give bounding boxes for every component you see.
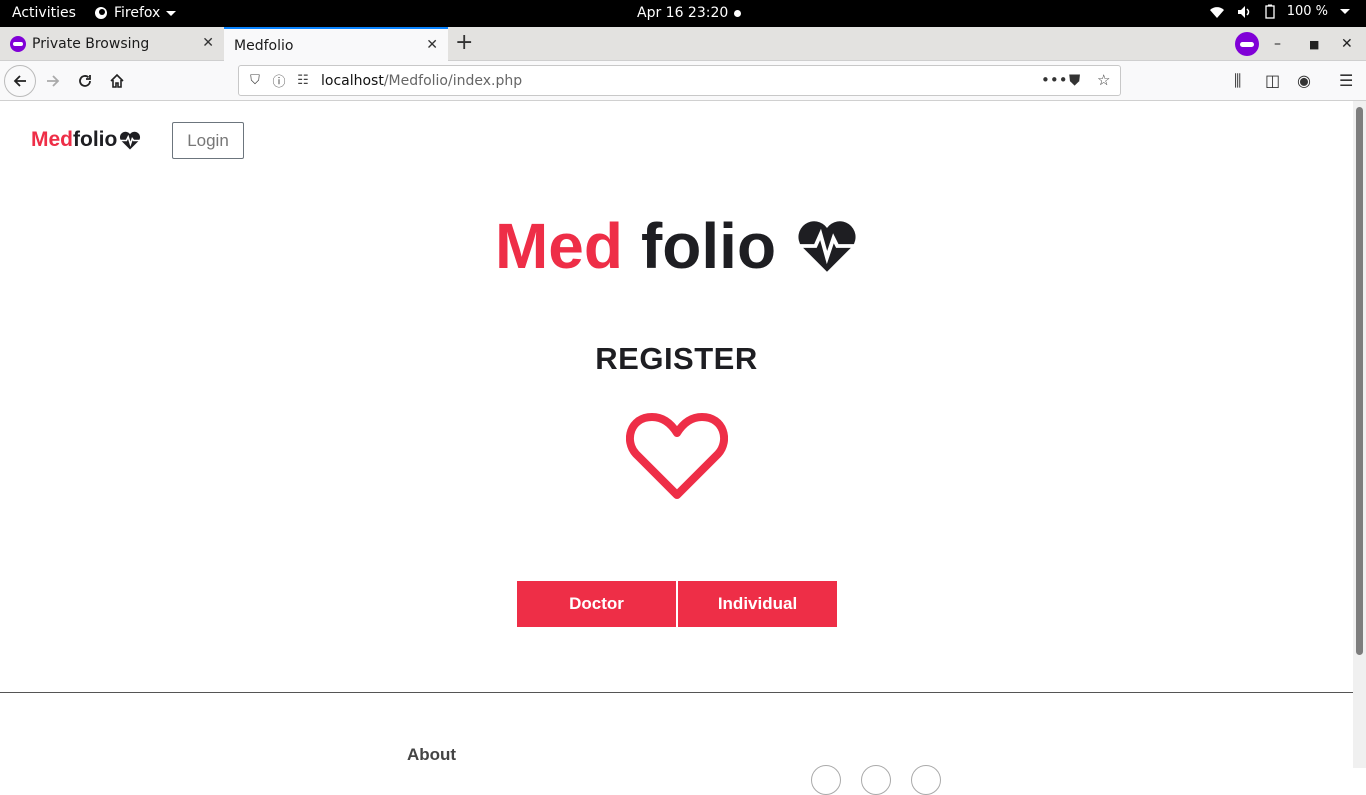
home-icon [110,73,124,88]
clock-label: Apr 16 23:20 [637,5,729,21]
chevron-down-icon [166,10,177,16]
private-mask-icon [1235,32,1259,56]
window-close-button[interactable]: ✕ [1341,27,1353,61]
register-options: Doctor Individual [517,581,837,627]
tab-strip: Private Browsing ✕ Medfolio ✕ + – ■ ✕ [0,27,1366,62]
tab-medfolio[interactable]: Medfolio ✕ [224,27,448,62]
back-button[interactable] [4,65,36,97]
social-icon[interactable] [911,765,941,795]
clock[interactable]: Apr 16 23:20 [637,5,742,21]
brand-logo[interactable]: Med folio [31,128,141,152]
heart-outline-icon [626,413,728,499]
close-icon[interactable]: ✕ [426,37,438,53]
heartbeat-icon [797,221,857,272]
footer-divider [0,692,1353,693]
brand-part1: Med [31,128,73,151]
hamburger-menu-icon[interactable]: ☰ [1339,71,1353,90]
navigation-toolbar: ⛉ ⓘ ☷ localhost/Medfolio/index.php ••• ⛊… [0,61,1366,101]
minimize-button[interactable]: – [1274,27,1281,61]
social-icon[interactable] [811,765,841,795]
scrollbar-thumb[interactable] [1356,107,1363,655]
private-browsing-icon [10,36,26,52]
social-icon[interactable] [861,765,891,795]
account-icon[interactable]: ◉ [1297,71,1311,90]
heartbeat-icon [120,131,141,150]
firefox-icon [95,7,107,19]
app-menu-label: Firefox [114,5,161,21]
web-page: Med folio Login Med folio REGISTER Doctor… [0,101,1353,795]
tab-label: Medfolio [234,37,294,54]
maximize-button[interactable]: ■ [1309,27,1319,61]
brand-part2: folio [73,128,118,151]
tab-private-browsing[interactable]: Private Browsing ✕ [0,27,224,61]
url-host: localhost [321,72,384,89]
home-button[interactable] [101,65,133,97]
bookmark-star-icon[interactable]: ☆ [1097,71,1110,89]
hero-part1: Med [494,210,623,282]
url-bar[interactable]: ⛉ ⓘ ☷ localhost/Medfolio/index.php ••• ⛊… [238,65,1121,96]
forward-button[interactable] [37,65,69,97]
register-heading: REGISTER [595,341,758,376]
individual-button[interactable]: Individual [678,581,837,627]
reload-icon [79,75,91,87]
pocket-icon[interactable]: ⛊ [1069,71,1080,89]
sidebar-icon[interactable]: ◫ [1265,71,1280,90]
doctor-button[interactable]: Doctor [517,581,676,627]
tab-label: Private Browsing [32,36,150,52]
library-icon[interactable]: ⫼ [1234,71,1241,91]
system-top-bar: Activities Firefox Apr 16 23:20 100 % [0,0,1366,27]
permissions-icon[interactable]: ☷ [295,73,311,88]
new-tab-button[interactable]: + [455,30,473,55]
activities-button[interactable]: Activities [12,5,76,21]
hero-title: Med folio [0,209,1353,283]
arrow-right-icon [47,75,60,87]
page-actions-icon[interactable]: ••• [1041,71,1068,89]
vertical-scrollbar[interactable] [1353,101,1366,768]
close-icon[interactable]: ✕ [202,35,214,51]
notification-dot-icon [734,9,742,17]
battery-icon [1265,4,1275,19]
login-button[interactable]: Login [172,122,244,159]
system-tray[interactable]: 100 % [1209,4,1350,19]
volume-icon [1237,5,1249,18]
shield-icon[interactable]: ⛉ [247,73,263,88]
arrow-left-icon [13,75,26,87]
url-path: /Medfolio/index.php [383,72,523,89]
reload-button[interactable] [69,65,101,97]
app-menu[interactable]: Firefox [94,5,177,21]
chevron-down-icon [1340,9,1350,14]
battery-label: 100 % [1286,4,1328,19]
hero-part2: folio [640,210,777,282]
info-icon[interactable]: ⓘ [271,71,287,90]
wifi-icon [1209,6,1224,18]
footer-about-heading: About [407,745,457,764]
